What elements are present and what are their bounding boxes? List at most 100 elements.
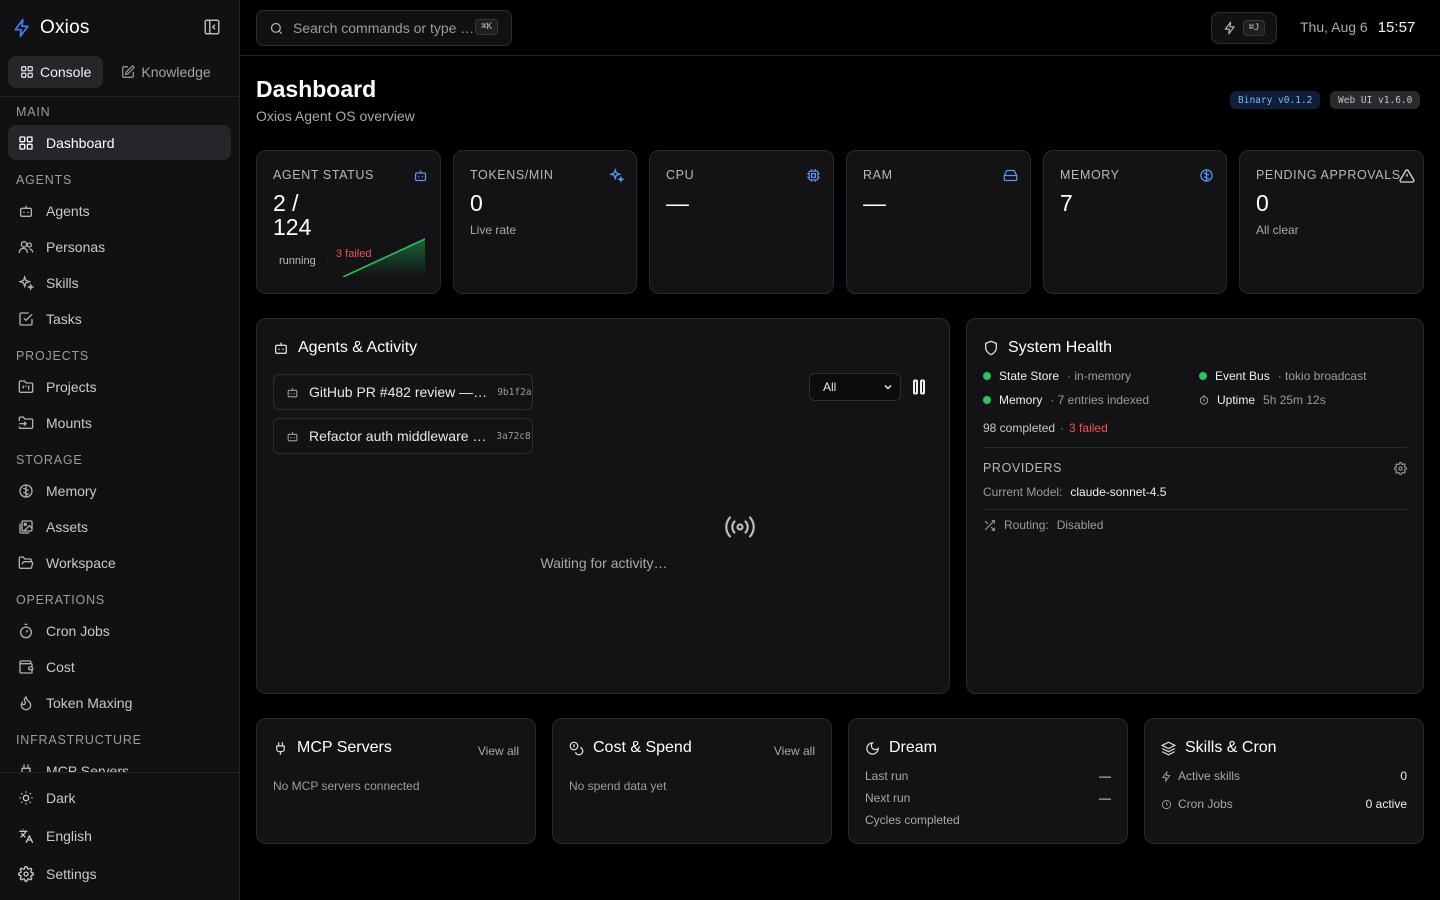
section-projects: PROJECTS <box>16 349 90 363</box>
timer-icon <box>18 623 34 639</box>
dream-card: Dream Last run — Next run — Cycles compl… <box>848 718 1128 844</box>
tab-knowledge[interactable]: Knowledge <box>109 56 222 88</box>
folder-open-icon <box>18 555 34 571</box>
section-main: MAIN <box>16 105 51 119</box>
folder-kanban-icon <box>18 379 34 395</box>
last-run-value: — <box>1099 769 1111 783</box>
status-dot <box>1199 372 1207 380</box>
pause-icon[interactable] <box>912 379 926 395</box>
alert-triangle-icon <box>1399 168 1415 184</box>
chevron-down-icon <box>882 381 894 393</box>
languages-icon <box>18 828 34 844</box>
brand[interactable]: Oxios <box>12 16 90 40</box>
folder-input-icon <box>18 415 34 431</box>
sidebar-item-tasks[interactable]: Tasks <box>8 301 231 336</box>
sidebar-item-personas[interactable]: Personas <box>8 229 231 264</box>
hard-drive-icon <box>1003 168 1018 183</box>
sidebar-item-dashboard[interactable]: Dashboard <box>8 125 231 160</box>
next-run-row: Next run — <box>865 791 1111 805</box>
settings-label: Settings <box>46 865 97 882</box>
agents-running-count: 2 / <box>273 190 299 216</box>
view-all-link[interactable]: View all <box>478 744 519 758</box>
coins-icon <box>569 741 584 756</box>
stat-label: RAM <box>863 168 893 182</box>
routing-value: Disabled <box>1056 518 1104 532</box>
bolt-icon <box>1161 770 1172 782</box>
radio-signal-icon <box>724 515 756 539</box>
card-title-text: Skills & Cron <box>1185 739 1277 756</box>
bot-icon <box>413 168 428 183</box>
edit-icon <box>121 65 135 79</box>
brain-icon <box>1199 168 1214 183</box>
cron-jobs-row: Cron Jobs 0 active <box>1161 797 1407 811</box>
sidebar-item-label: Mounts <box>46 414 92 431</box>
sidebar-item-cron-jobs[interactable]: Cron Jobs <box>8 613 231 648</box>
sidebar-item-workspace[interactable]: Workspace <box>8 545 231 580</box>
sidebar-item-memory[interactable]: Memory <box>8 473 231 508</box>
sidebar-item-label: MCP Servers <box>46 762 129 773</box>
current-date: Thu, Aug 6 <box>1300 19 1368 35</box>
tab-chat[interactable] <box>229 56 240 88</box>
sidebar-item-mounts[interactable]: Mounts <box>8 405 231 440</box>
sidebar-item-assets[interactable]: Assets <box>8 509 231 544</box>
session-chip[interactable]: Refactor auth middleware … 3a72c8 <box>273 418 533 454</box>
sparkles-icon <box>18 274 34 291</box>
bot-icon <box>273 340 289 356</box>
clock: Thu, Aug 6 15:57 <box>1300 19 1415 36</box>
cycles-label: Cycles completed <box>865 813 960 827</box>
view-all-link[interactable]: View all <box>774 744 815 758</box>
stat-label: AGENT STATUS <box>273 168 374 182</box>
filter-value: All <box>823 380 837 394</box>
routing-row: Routing: Disabled <box>983 518 1103 532</box>
sidebar-item-agents[interactable]: Agents <box>8 193 231 228</box>
sidebar-item-mcp-servers[interactable]: MCP Servers <box>8 753 231 772</box>
flame-icon <box>18 695 34 711</box>
settings-link[interactable]: Settings <box>8 856 231 891</box>
collapse-sidebar-icon[interactable] <box>203 18 223 38</box>
current-model-value: claude-sonnet-4.5 <box>1070 485 1167 499</box>
session-chip[interactable]: GitHub PR #482 review —… 9b1f2a <box>273 374 533 410</box>
health-label: State Store <box>999 369 1060 383</box>
clock-icon <box>1199 395 1209 405</box>
sidebar-item-label: Workspace <box>46 554 116 571</box>
sidebar-item-skills[interactable]: Skills <box>8 265 231 300</box>
tokens-card[interactable]: TOKENS/MIN 0 Live rate <box>453 150 637 294</box>
cpu-card[interactable]: CPU — <box>649 150 834 294</box>
theme-toggle[interactable]: Dark <box>8 780 231 815</box>
command-search[interactable]: Search commands or type … ⌘K <box>256 10 512 46</box>
stat-label: PENDING APPROVALS <box>1256 168 1401 182</box>
quick-action-button[interactable]: ⌘J <box>1211 12 1277 44</box>
sparkles-icon <box>609 168 624 183</box>
cost-spend-card: Cost & Spend View all No spend data yet <box>552 718 832 844</box>
language-select[interactable]: English <box>8 818 231 853</box>
sidebar-item-cost[interactable]: Cost <box>8 649 231 684</box>
gear-icon[interactable] <box>1394 462 1407 475</box>
gear-icon <box>18 865 34 882</box>
stat-value: 0 <box>470 190 483 216</box>
health-label: Memory <box>999 393 1043 407</box>
bot-icon <box>18 203 34 219</box>
memory-card[interactable]: MEMORY 7 <box>1043 150 1227 294</box>
session-id: 3a72c8 <box>496 430 531 442</box>
bolt-icon <box>1223 21 1237 35</box>
section-storage: STORAGE <box>16 453 83 467</box>
sidebar-item-projects[interactable]: Projects <box>8 369 231 404</box>
separator-dot: · <box>326 255 330 267</box>
memory-row: Memory · 7 entries indexed <box>983 393 1149 407</box>
cron-jobs-value: 0 active <box>1365 797 1407 811</box>
cycles-row: Cycles completed <box>865 813 1111 827</box>
sidebar-item-label: Skills <box>46 274 79 291</box>
pending-approvals-card[interactable]: PENDING APPROVALS 0 All clear <box>1239 150 1424 294</box>
next-run-label: Next run <box>865 791 911 805</box>
bolt-logo-icon <box>12 18 32 38</box>
activity-filter-select[interactable]: All <box>809 373 901 401</box>
skills-cron-card: Skills & Cron Active skills 0 Cron Jobs … <box>1144 718 1424 844</box>
agent-status-card[interactable]: AGENT STATUS 2 / 124 running · 3 failed <box>256 150 441 294</box>
divider <box>983 509 1407 510</box>
ram-card[interactable]: RAM — <box>846 150 1031 294</box>
sidebar-item-token-maxing[interactable]: Token Maxing <box>8 685 231 720</box>
session-name: Refactor auth middleware … <box>309 428 487 444</box>
sidebar-nav[interactable]: MAIN Dashboard AGENTS Agents Personas Sk… <box>0 97 240 772</box>
card-title-text: Dream <box>889 739 938 756</box>
tab-console[interactable]: Console <box>8 56 104 88</box>
